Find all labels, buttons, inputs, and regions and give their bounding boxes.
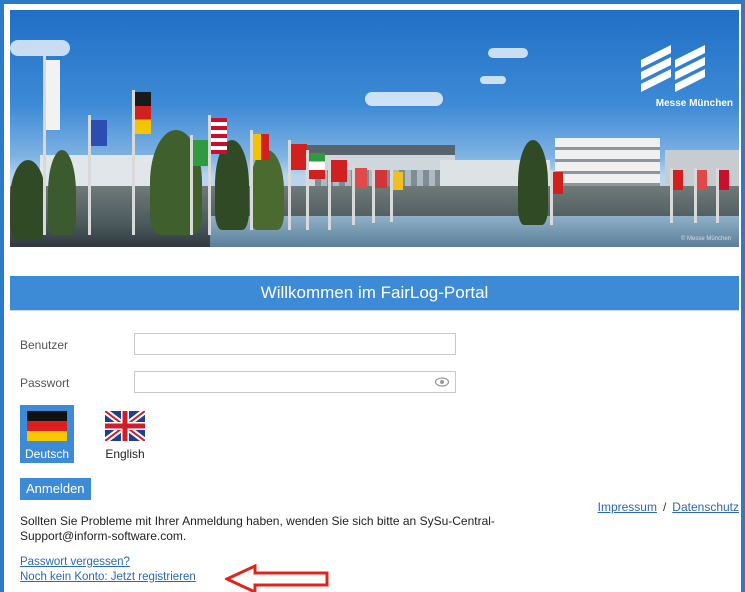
- datenschutz-link[interactable]: Datenschutz: [672, 500, 739, 514]
- logo-text: Messe München: [655, 98, 733, 109]
- forgot-password-link[interactable]: Passwort vergessen?: [20, 556, 130, 568]
- register-link[interactable]: Noch kein Konto: Jetzt registrieren: [20, 571, 196, 583]
- link-separator: /: [662, 500, 667, 514]
- language-english-button[interactable]: English: [98, 405, 152, 463]
- language-label: English: [105, 447, 145, 461]
- image-copyright: © Messe München: [680, 236, 731, 242]
- page-frame: Messe München © Messe München Willkommen…: [4, 4, 741, 592]
- footer-links: Impressum / Datenschutz: [598, 500, 739, 514]
- show-password-icon[interactable]: [435, 376, 449, 388]
- password-input[interactable]: [134, 371, 456, 393]
- uk-flag-icon: [105, 411, 145, 441]
- user-label: Benutzer: [20, 338, 69, 352]
- language-label: Deutsch: [24, 447, 70, 461]
- user-input[interactable]: [134, 333, 456, 355]
- password-label: Passwort: [20, 376, 70, 390]
- impressum-link[interactable]: Impressum: [598, 500, 657, 514]
- language-deutsch-button[interactable]: Deutsch: [20, 405, 74, 463]
- title-divider: [10, 310, 739, 311]
- banner-image: Messe München © Messe München: [10, 10, 739, 247]
- page-title: Willkommen im FairLog-Portal: [10, 276, 739, 310]
- red-arrow-annotation: [225, 564, 329, 592]
- support-help-text: Sollten Sie Probleme mit Ihrer Anmeldung…: [20, 514, 495, 543]
- login-button[interactable]: Anmelden: [20, 478, 91, 500]
- german-flag-icon: [27, 411, 67, 441]
